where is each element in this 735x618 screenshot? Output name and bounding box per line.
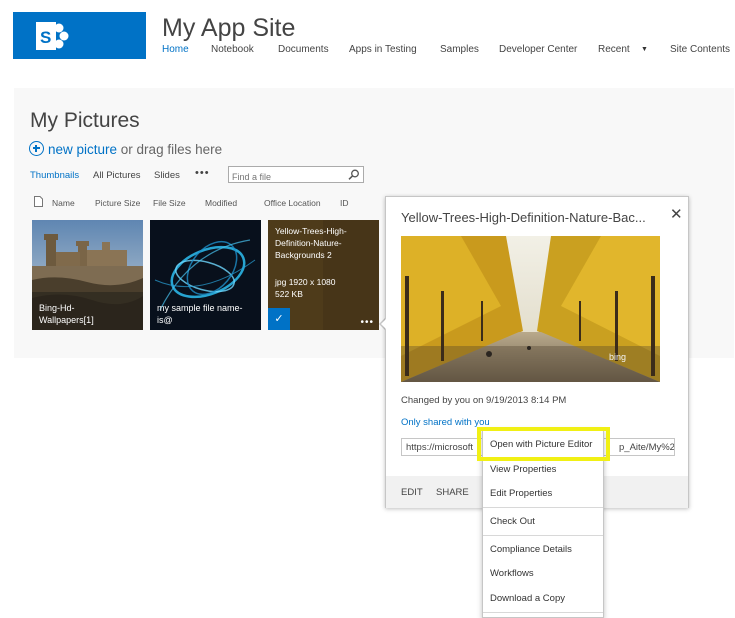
menu-separator (483, 507, 603, 508)
changed-by-text: Changed by you on 9/19/2013 8:14 PM (401, 395, 567, 406)
menu-check-out[interactable]: Check Out (490, 516, 535, 527)
menu-separator (483, 612, 603, 613)
add-circle-icon[interactable] (29, 141, 44, 156)
nav-developer-center[interactable]: Developer Center (499, 44, 577, 55)
url-text-end: p_Aite/My%20P (619, 442, 675, 453)
highlight-box (477, 427, 610, 461)
share-button[interactable]: SHARE (436, 487, 469, 498)
caption-line: Wallpapers[1] (39, 315, 94, 325)
svg-text:S: S (40, 28, 51, 47)
column-id[interactable]: ID (340, 198, 349, 208)
more-views-button[interactable]: ••• (195, 167, 210, 179)
menu-view-properties[interactable]: View Properties (490, 464, 556, 475)
view-all-pictures[interactable]: All Pictures (93, 170, 141, 181)
thumbnail-caption: my sample file name- is@ (157, 302, 243, 326)
more-options-button[interactable]: ••• (360, 317, 374, 328)
picture-dimensions: jpg 1920 x 1080 (275, 277, 336, 287)
menu-workflows[interactable]: Workflows (490, 568, 534, 579)
view-thumbnails[interactable]: Thumbnails (30, 170, 79, 181)
menu-compliance-details[interactable]: Compliance Details (490, 544, 572, 555)
thumbnail-info: jpg 1920 x 1080 522 KB (275, 276, 336, 300)
column-modified[interactable]: Modified (205, 198, 237, 208)
caption-line: my sample file name- (157, 303, 243, 313)
search-input[interactable] (229, 169, 341, 185)
sharepoint-logo-icon: S (36, 22, 69, 50)
sharepoint-logo[interactable]: S (13, 12, 146, 59)
name-line: Definition-Nature- (275, 238, 342, 248)
nav-samples[interactable]: Samples (440, 44, 479, 55)
search-icon[interactable] (348, 169, 360, 180)
site-title[interactable]: My App Site (162, 14, 295, 43)
thumbnail-name: Yellow-Trees-High- Definition-Nature- Ba… (275, 225, 347, 261)
checkmark-icon[interactable]: ✓ (268, 308, 290, 330)
menu-download-a-copy[interactable]: Download a Copy (490, 593, 565, 604)
page-title: My Pictures (30, 109, 140, 132)
view-slides[interactable]: Slides (154, 170, 180, 181)
column-picture-size[interactable]: Picture Size (95, 198, 140, 208)
nav-notebook[interactable]: Notebook (211, 44, 254, 55)
column-file-size[interactable]: File Size (153, 198, 186, 208)
callout-preview-image[interactable]: bing (401, 236, 660, 382)
document-type-icon (34, 196, 43, 207)
new-picture-link[interactable]: new picture (48, 142, 117, 157)
close-icon[interactable]: ✕ (670, 205, 683, 223)
drag-files-hint: or drag files here (117, 142, 223, 157)
callout-title: Yellow-Trees-High-Definition-Nature-Bac.… (401, 210, 646, 225)
new-picture-row: new picture or drag files here (29, 141, 222, 157)
nav-documents[interactable]: Documents (278, 44, 329, 55)
nav-site-contents[interactable]: Site Contents (670, 44, 730, 55)
column-name[interactable]: Name (52, 198, 75, 208)
menu-separator (483, 535, 603, 536)
name-line: Backgrounds 2 (275, 250, 332, 260)
caption-line: Bing-Hd- (39, 303, 75, 313)
recent-dropdown-arrow-icon[interactable]: ▼ (641, 46, 648, 53)
caption-line: is@ (157, 315, 173, 325)
edit-button[interactable]: EDIT (401, 487, 423, 498)
search-box[interactable] (228, 166, 364, 185)
menu-edit-properties[interactable]: Edit Properties (490, 488, 552, 499)
column-office-location[interactable]: Office Location (264, 198, 321, 208)
thumbnail-caption: Bing-Hd- Wallpapers[1] (39, 302, 94, 326)
thumbnail-my-sample-file[interactable]: my sample file name- is@ (150, 220, 261, 330)
url-text-start: https://microsoft (406, 442, 474, 453)
nav-home[interactable]: Home (162, 44, 189, 55)
file-size: 522 KB (275, 289, 303, 299)
bing-watermark: bing (609, 352, 626, 362)
callout-pointer-inner (381, 318, 387, 330)
thumbnail-bing-hd-wallpapers[interactable]: Bing-Hd- Wallpapers[1] (32, 220, 143, 330)
nav-apps-in-testing[interactable]: Apps in Testing (349, 44, 417, 55)
thumbnail-yellow-trees-selected[interactable]: Yellow-Trees-High- Definition-Nature- Ba… (268, 220, 379, 330)
nav-recent[interactable]: Recent (598, 44, 630, 55)
name-line: Yellow-Trees-High- (275, 226, 347, 236)
